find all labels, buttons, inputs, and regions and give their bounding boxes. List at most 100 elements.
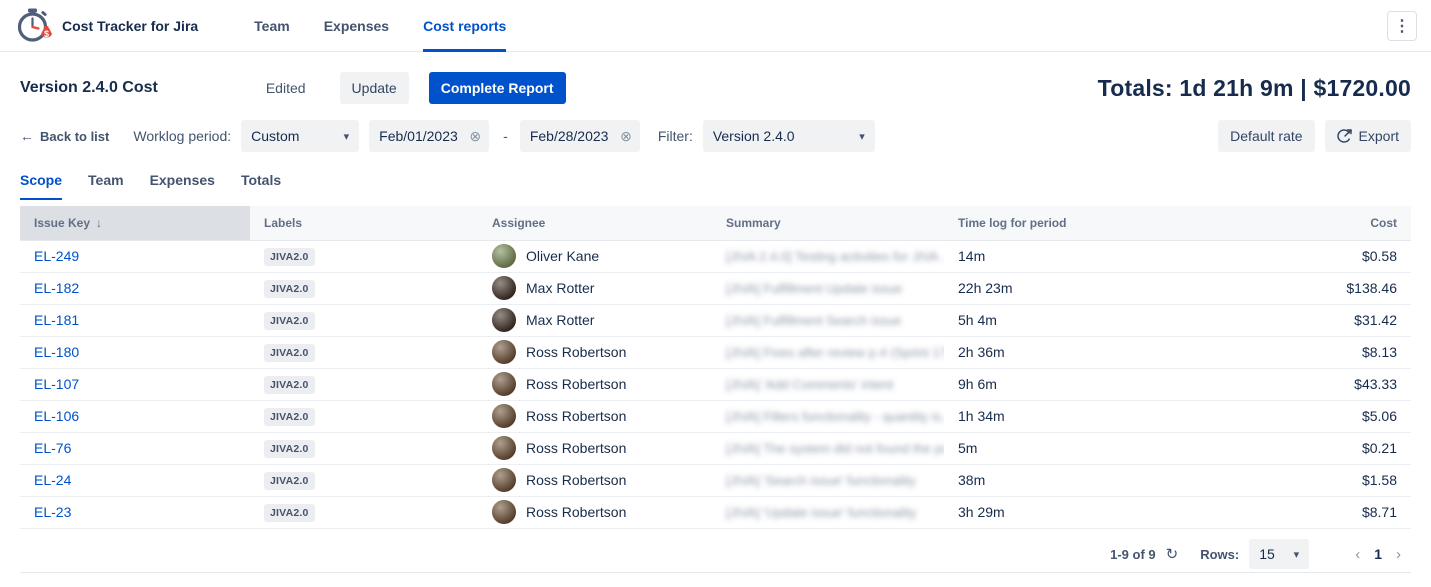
clear-date-icon[interactable]: ⊗ <box>620 129 632 143</box>
issue-key-link[interactable]: EL-23 <box>34 504 71 520</box>
chevron-down-icon: ▾ <box>1294 548 1300 561</box>
label-chip: JIVA2.0 <box>264 344 315 362</box>
cost-value: $8.13 <box>1234 336 1411 368</box>
summary-text: [JIVA] 'Update issue' functionality <box>726 505 916 520</box>
label-chip: JIVA2.0 <box>264 408 315 426</box>
refresh-icon[interactable]: ↻ <box>1166 545 1179 563</box>
time-log-value: 9h 6m <box>944 368 1234 400</box>
date-separator: - <box>497 128 508 144</box>
top-bar: $ Cost Tracker for Jira Team Expenses Co… <box>0 0 1431 52</box>
nav-cost-reports[interactable]: Cost reports <box>423 0 506 52</box>
table-row: EL-182 JIVA2.0 Max Rotter [JIVA] Fulfill… <box>20 272 1411 304</box>
table-row: EL-249 JIVA2.0 Oliver Kane [JIVA 2.4.0] … <box>20 240 1411 272</box>
cost-value: $138.46 <box>1234 272 1411 304</box>
nav-team[interactable]: Team <box>254 0 290 52</box>
title-row: Version 2.4.0 Cost Edited Update Complet… <box>20 70 1411 106</box>
header-cost[interactable]: Cost <box>1234 206 1411 240</box>
table-row: EL-181 JIVA2.0 Max Rotter [JIVA] Fulfill… <box>20 304 1411 336</box>
rows-per-page-select[interactable]: 15 ▾ <box>1249 539 1309 569</box>
tab-expenses[interactable]: Expenses <box>150 172 215 200</box>
table-footer: 1-9 of 9 ↻ Rows: 15 ▾ ‹ 1 › <box>20 537 1411 573</box>
assignee-name: Oliver Kane <box>526 248 599 264</box>
table-body: EL-249 JIVA2.0 Oliver Kane [JIVA 2.4.0] … <box>20 240 1411 528</box>
avatar <box>492 500 516 524</box>
time-log-value: 1h 34m <box>944 400 1234 432</box>
period-select-value: Custom <box>251 128 299 144</box>
assignee-name: Ross Robertson <box>526 440 626 456</box>
assignee-name: Ross Robertson <box>526 472 626 488</box>
version-filter-value: Version 2.4.0 <box>713 128 795 144</box>
cost-value: $0.58 <box>1234 240 1411 272</box>
issue-key-link[interactable]: EL-106 <box>34 408 79 424</box>
issue-key-link[interactable]: EL-180 <box>34 344 79 360</box>
table-row: EL-180 JIVA2.0 Ross Robertson [JIVA] Fix… <box>20 336 1411 368</box>
export-label: Export <box>1359 128 1399 144</box>
tab-team[interactable]: Team <box>88 172 124 200</box>
assignee-name: Ross Robertson <box>526 408 626 424</box>
summary-text: [JIVA] Filters functionality - quantity … <box>726 409 944 424</box>
summary-text: [JIVA 2.4.0] Testing activities for JIVA… <box>726 249 944 264</box>
cost-value: $31.42 <box>1234 304 1411 336</box>
header-labels[interactable]: Labels <box>250 206 478 240</box>
avatar <box>492 372 516 396</box>
tab-scope[interactable]: Scope <box>20 172 62 200</box>
issue-key-link[interactable]: EL-76 <box>34 440 71 456</box>
time-log-value: 5h 4m <box>944 304 1234 336</box>
update-button[interactable]: Update <box>340 72 409 104</box>
back-arrow-icon: ← <box>20 128 34 144</box>
export-icon <box>1337 128 1353 144</box>
header-summary[interactable]: Summary <box>712 206 944 240</box>
issue-key-link[interactable]: EL-24 <box>34 472 71 488</box>
label-chip: JIVA2.0 <box>264 376 315 394</box>
table-row: EL-106 JIVA2.0 Ross Robertson [JIVA] Fil… <box>20 400 1411 432</box>
label-chip: JIVA2.0 <box>264 504 315 522</box>
chevron-down-icon: ▾ <box>344 130 350 143</box>
top-nav: Team Expenses Cost reports <box>254 0 506 52</box>
worklog-period-label: Worklog period: <box>133 128 231 144</box>
app-logo-icon: $ <box>14 6 54 46</box>
header-assignee[interactable]: Assignee <box>478 206 712 240</box>
label-chip: JIVA2.0 <box>264 312 315 330</box>
assignee-name: Ross Robertson <box>526 504 626 520</box>
header-issue-key[interactable]: Issue Key↓ <box>20 206 250 240</box>
prev-page-icon[interactable]: ‹ <box>1355 546 1360 563</box>
assignee-name: Ross Robertson <box>526 344 626 360</box>
issue-key-link[interactable]: EL-107 <box>34 376 79 392</box>
header-time-log[interactable]: Time log for period <box>944 206 1234 240</box>
issue-key-link[interactable]: EL-182 <box>34 280 79 296</box>
label-chip: JIVA2.0 <box>264 472 315 490</box>
summary-text: [JIVA] Fulfillment Search issue <box>726 313 901 328</box>
date-to-value: Feb/28/2023 <box>530 128 609 144</box>
avatar <box>492 244 516 268</box>
time-log-value: 5m <box>944 432 1234 464</box>
clear-date-icon[interactable]: ⊗ <box>469 129 481 143</box>
export-button[interactable]: Export <box>1325 120 1411 152</box>
period-select[interactable]: Custom ▾ <box>241 120 359 152</box>
assignee-name: Max Rotter <box>526 280 594 296</box>
table-row: EL-23 JIVA2.0 Ross Robertson [JIVA] 'Upd… <box>20 496 1411 528</box>
avatar <box>492 340 516 364</box>
avatar <box>492 436 516 460</box>
assignee-name: Ross Robertson <box>526 376 626 392</box>
version-filter-select[interactable]: Version 2.4.0 ▾ <box>703 120 875 152</box>
row-range: 1-9 of 9 <box>1110 547 1156 562</box>
current-page: 1 <box>1374 546 1382 562</box>
table-row: EL-76 JIVA2.0 Ross Robertson [JIVA] The … <box>20 432 1411 464</box>
date-from-input[interactable]: Feb/01/2023 ⊗ <box>369 120 489 152</box>
date-to-input[interactable]: Feb/28/2023 ⊗ <box>520 120 640 152</box>
tab-totals[interactable]: Totals <box>241 172 281 200</box>
summary-text: [JIVA] 'Add Comments' intent <box>726 377 893 392</box>
issue-key-link[interactable]: EL-181 <box>34 312 79 328</box>
default-rate-button[interactable]: Default rate <box>1218 120 1314 152</box>
issue-key-link[interactable]: EL-249 <box>34 248 79 264</box>
time-log-value: 22h 23m <box>944 272 1234 304</box>
cost-value: $1.58 <box>1234 464 1411 496</box>
kebab-menu-icon[interactable]: ⋮ <box>1387 11 1417 41</box>
cost-value: $5.06 <box>1234 400 1411 432</box>
scope-table: Issue Key↓ Labels Assignee Summary Time … <box>20 206 1411 529</box>
complete-report-button[interactable]: Complete Report <box>429 72 566 104</box>
back-to-list-link[interactable]: ← Back to list <box>20 128 109 144</box>
chevron-down-icon: ▾ <box>859 130 865 143</box>
next-page-icon[interactable]: › <box>1396 546 1401 563</box>
nav-expenses[interactable]: Expenses <box>324 0 389 52</box>
